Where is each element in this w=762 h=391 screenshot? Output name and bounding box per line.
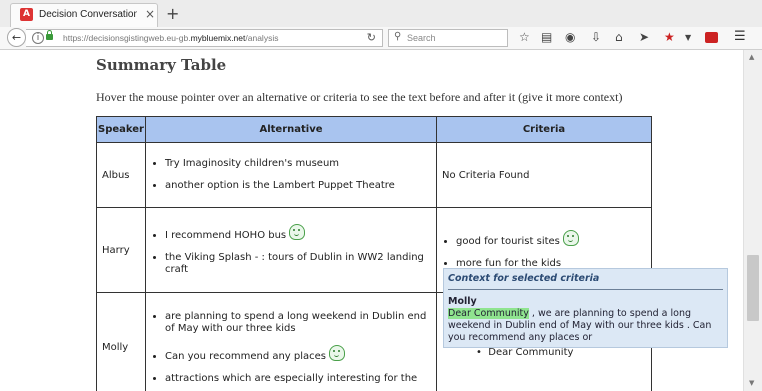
favorite-star-icon[interactable]: ★: [664, 30, 675, 44]
tab-strip: A Decision Conversations De... × +: [0, 0, 762, 28]
hover-hint: Hover the mouse pointer over an alternat…: [96, 90, 623, 104]
tooltip-speaker: Molly: [448, 296, 477, 307]
navigation-bar: ← i https://decisionsgistingweb.eu-gb.my…: [0, 27, 762, 50]
scrollbar-thumb[interactable]: [747, 255, 759, 321]
tab-title: Decision Conversations De...: [39, 9, 137, 20]
page-title: Summary Table: [96, 56, 227, 74]
criteria-cell: No Criteria Found: [436, 142, 652, 208]
table-row: Albus Try Imaginosity children's museum …: [96, 142, 652, 208]
smiley-face-icon: [329, 344, 346, 361]
alternative-item[interactable]: another option is the Lambert Puppet The…: [165, 180, 431, 192]
criteria-item[interactable]: • Dear Community: [476, 347, 573, 358]
alternative-item[interactable]: Try Imaginosity children's museum: [165, 158, 431, 170]
smiley-face-icon: [562, 230, 579, 246]
search-placeholder: Search: [407, 33, 436, 43]
search-input[interactable]: ⚲ Search: [388, 29, 508, 47]
alternative-item[interactable]: are planning to spend a long weekend in …: [165, 311, 431, 335]
angular-favicon-icon: A: [20, 8, 33, 21]
alternatives-cell: Try Imaginosity children's museum anothe…: [145, 142, 437, 208]
tooltip-divider: [448, 289, 723, 290]
scroll-up-icon[interactable]: ▲: [749, 53, 754, 61]
close-tab-icon[interactable]: ×: [145, 7, 155, 21]
scroll-down-icon[interactable]: ▼: [749, 379, 754, 387]
info-icon[interactable]: i: [32, 32, 44, 44]
alternative-item[interactable]: I recommend HOHO bus: [165, 224, 431, 242]
chevron-down-icon[interactable]: ▼: [685, 33, 691, 42]
address-bar[interactable]: i https://decisionsgistingweb.eu-gb.mybl…: [26, 29, 383, 47]
alternatives-cell: are planning to spend a long weekend in …: [145, 292, 437, 391]
tooltip-heading: Context for selected criteria: [448, 273, 600, 284]
header-alternative: Alternative: [145, 116, 437, 143]
page-content: Summary Table Hover the mouse pointer ov…: [0, 50, 743, 391]
search-icon: ⚲: [394, 31, 402, 42]
alternative-item[interactable]: Can you recommend any places: [165, 344, 431, 363]
criteria-item[interactable]: good for tourist sites: [456, 230, 646, 248]
speaker-cell: Molly: [96, 292, 146, 391]
header-speaker: Speaker: [96, 116, 146, 143]
pocket-icon[interactable]: ◉: [565, 30, 575, 44]
smiley-face-icon: [289, 224, 306, 240]
vertical-scrollbar[interactable]: ▲ ▼: [743, 50, 762, 391]
highlighted-criteria: Dear Community: [448, 308, 529, 319]
alternative-item[interactable]: the Viking Splash - : tours of Dublin in…: [165, 252, 431, 276]
back-button[interactable]: ←: [7, 28, 26, 47]
new-tab-button[interactable]: +: [166, 4, 179, 23]
alternative-item[interactable]: attractions which are especially interes…: [165, 373, 431, 385]
speaker-cell: Albus: [96, 142, 146, 208]
reload-icon[interactable]: ↻: [367, 31, 376, 44]
browser-tab[interactable]: A Decision Conversations De... ×: [10, 3, 158, 27]
url-text[interactable]: https://decisionsgistingweb.eu-gb.myblue…: [63, 33, 278, 43]
context-tooltip: Context for selected criteria Molly Dear…: [443, 268, 728, 348]
extension-icon[interactable]: [705, 32, 718, 43]
lock-icon: [46, 30, 53, 40]
speaker-cell: Harry: [96, 207, 146, 293]
hamburger-menu-icon[interactable]: ☰: [734, 29, 746, 44]
reading-list-icon[interactable]: ▤: [541, 30, 552, 44]
table-header-row: Speaker Alternative Criteria: [96, 116, 652, 143]
send-icon[interactable]: ➤: [639, 30, 649, 44]
home-icon[interactable]: ⌂: [615, 30, 623, 44]
bookmark-star-icon[interactable]: ☆: [519, 30, 530, 44]
download-icon[interactable]: ⇩: [591, 30, 601, 44]
tooltip-context-text: Dear Community , we are planning to spen…: [448, 308, 723, 344]
alternatives-cell: I recommend HOHO bus the Viking Splash -…: [145, 207, 437, 293]
header-criteria: Criteria: [436, 116, 652, 143]
